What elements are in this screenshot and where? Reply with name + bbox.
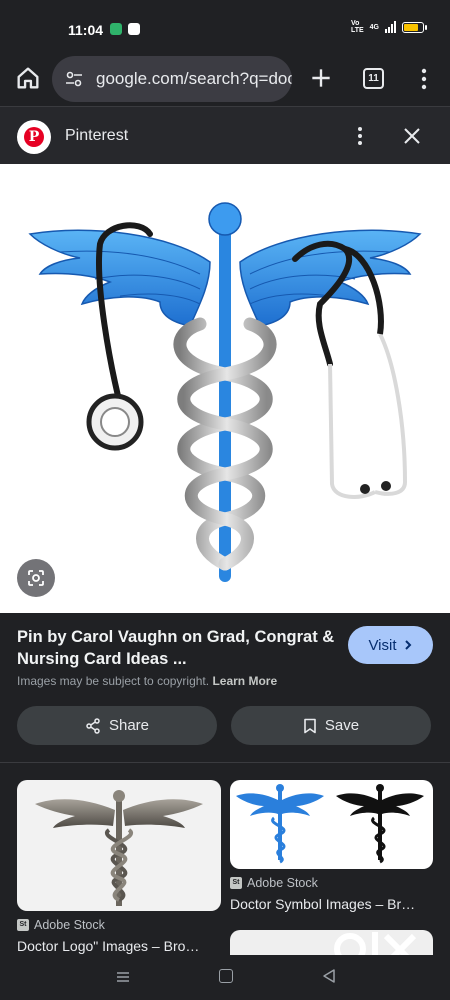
caduceus-stethoscope-image	[28, 202, 422, 582]
related-image[interactable]	[17, 780, 221, 911]
notification-app-icon	[128, 23, 140, 35]
close-icon[interactable]	[401, 125, 423, 147]
result-title[interactable]: Pin by Carol Vaughn on Grad, Congrat & N…	[17, 626, 337, 670]
status-time: 11:04	[68, 22, 104, 38]
share-label: Share	[108, 717, 150, 734]
share-icon	[86, 717, 100, 734]
browser-toolbar: google.com/search?q=doc 11	[0, 52, 450, 106]
lens-icon	[28, 570, 44, 586]
status-bar: 11:04 Vo LTE 4G	[0, 0, 450, 56]
share-button[interactable]: Share	[17, 706, 217, 745]
adobe-stock-logo: St	[230, 877, 242, 889]
chevron-right-icon	[404, 640, 411, 650]
recent-apps-icon[interactable]	[116, 970, 130, 984]
image-source-header: P Pinterest	[0, 106, 450, 164]
more-vert-icon[interactable]	[352, 124, 368, 148]
related-image[interactable]	[230, 780, 433, 869]
related-source: St Adobe Stock	[230, 876, 318, 890]
related-source-name: Adobe Stock	[247, 876, 318, 890]
caduceus-symbols-image	[236, 784, 424, 864]
url-text: google.com/search?q=doc	[96, 69, 292, 88]
main-image[interactable]	[0, 164, 450, 613]
copyright-notice: Images may be subject to copyright. Lear…	[17, 674, 277, 688]
signal-icon	[385, 21, 396, 33]
divider	[0, 762, 450, 763]
more-vert-icon[interactable]	[414, 66, 434, 92]
related-source: St Adobe Stock	[17, 918, 105, 932]
new-tab-button[interactable]	[308, 65, 334, 91]
source-name[interactable]: Pinterest	[65, 127, 128, 145]
network-type: 4G	[369, 23, 379, 31]
address-bar[interactable]: google.com/search?q=doc	[52, 56, 292, 102]
bookmark-icon	[304, 718, 316, 733]
system-navigation-bar	[0, 955, 450, 1000]
metal-caduceus-pin-image	[35, 790, 203, 906]
save-button[interactable]: Save	[231, 706, 431, 745]
home-icon[interactable]	[14, 64, 42, 92]
related-title[interactable]: Doctor Symbol Images – Br…	[230, 896, 415, 912]
google-lens-button[interactable]	[17, 559, 55, 597]
volte-indicator: Vo LTE	[350, 20, 364, 34]
adobe-stock-logo: St	[17, 919, 29, 931]
home-nav-icon[interactable]	[219, 969, 233, 983]
visit-button[interactable]: Visit	[348, 626, 433, 664]
back-icon[interactable]	[322, 968, 336, 984]
tab-switcher-button[interactable]: 11	[363, 68, 384, 89]
learn-more-link[interactable]: Learn More	[212, 674, 277, 688]
visit-label: Visit	[368, 636, 397, 654]
related-title[interactable]: Doctor Logo" Images – Bro…	[17, 938, 199, 954]
related-source-name: Adobe Stock	[34, 918, 105, 932]
status-indicators: Vo LTE 4G	[350, 20, 427, 34]
battery-icon	[402, 21, 427, 33]
notification-app-icon	[110, 23, 122, 35]
copyright-text: Images may be subject to copyright.	[17, 674, 210, 688]
pinterest-logo: P	[17, 120, 51, 154]
tune-icon[interactable]	[64, 69, 84, 89]
save-label: Save	[324, 717, 360, 734]
pinterest-logo-letter: P	[24, 127, 44, 147]
